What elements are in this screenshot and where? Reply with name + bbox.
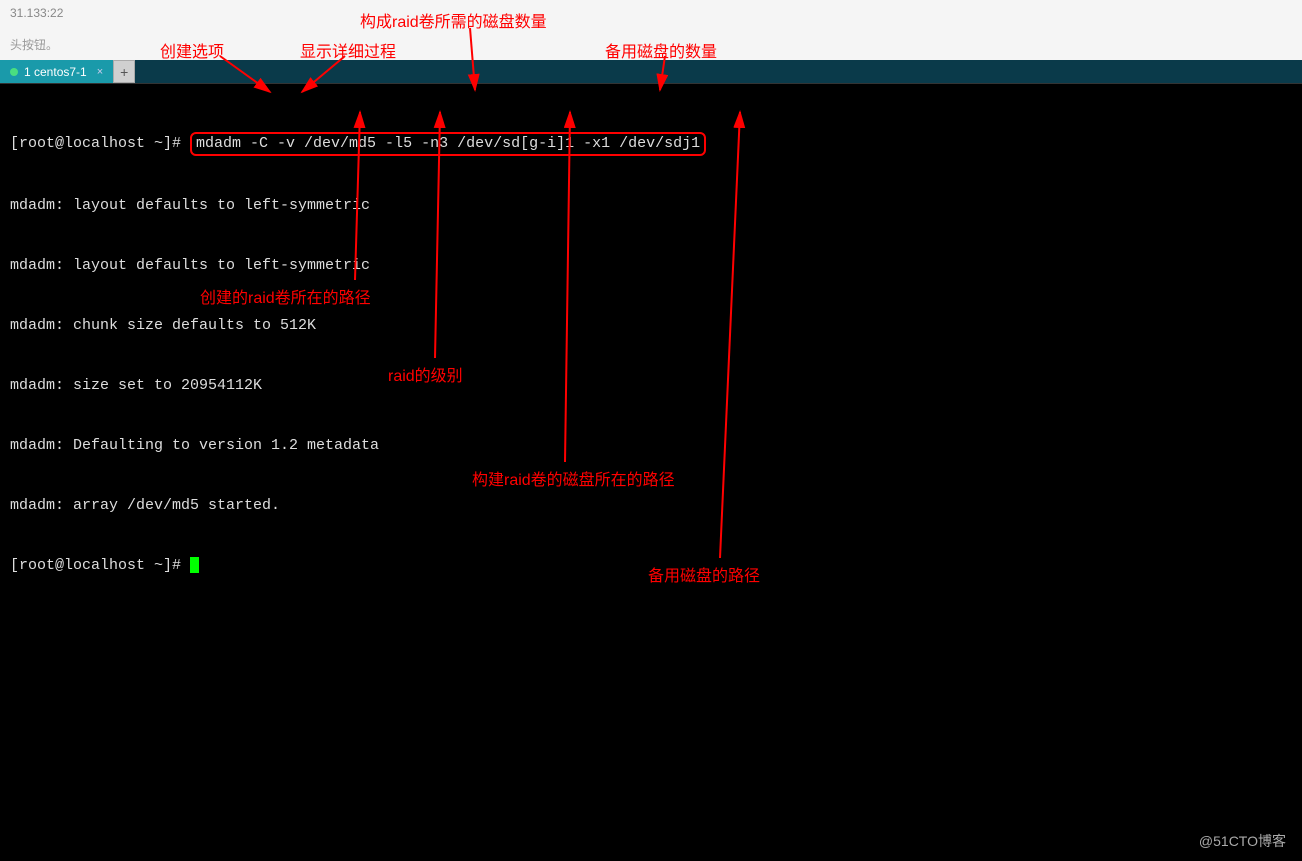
output-line: mdadm: layout defaults to left-symmetric: [10, 256, 1292, 276]
prompt: [root@localhost ~]#: [10, 557, 190, 574]
watermark: @51CTO博客: [1199, 831, 1286, 851]
tab-label: 1 centos7-1: [24, 65, 87, 79]
command-highlight: mdadm -C -v /dev/md5 -l5 -n3 /dev/sd[g-i…: [190, 132, 706, 156]
prompt: [root@localhost ~]#: [10, 135, 190, 152]
terminal[interactable]: [root@localhost ~]# mdadm -C -v /dev/md5…: [0, 84, 1302, 861]
output-line: mdadm: Defaulting to version 1.2 metadat…: [10, 436, 1292, 456]
cursor-icon: [190, 557, 199, 573]
output-line: mdadm: array /dev/md5 started.: [10, 496, 1292, 516]
window-titlebar: 31.133:22: [0, 0, 1302, 30]
output-line: mdadm: size set to 20954112K: [10, 376, 1292, 396]
tab-centos[interactable]: 1 centos7-1 ×: [0, 60, 113, 83]
output-line: mdadm: chunk size defaults to 512K: [10, 316, 1292, 336]
titlebar-text: 31.133:22: [10, 6, 63, 20]
hint-bar: 头按钮。: [0, 30, 1302, 60]
status-dot-icon: [10, 68, 18, 76]
output-line: mdadm: layout defaults to left-symmetric: [10, 196, 1292, 216]
tab-bar: 1 centos7-1 × +: [0, 60, 1302, 84]
hint-text: 头按钮。: [10, 38, 58, 52]
close-icon[interactable]: ×: [97, 66, 103, 78]
add-tab-button[interactable]: +: [113, 60, 135, 83]
prompt-line-1: [root@localhost ~]# mdadm -C -v /dev/md5…: [10, 132, 1292, 156]
prompt-line-2: [root@localhost ~]#: [10, 556, 1292, 576]
command-text: mdadm -C -v /dev/md5 -l5 -n3 /dev/sd[g-i…: [196, 135, 700, 152]
